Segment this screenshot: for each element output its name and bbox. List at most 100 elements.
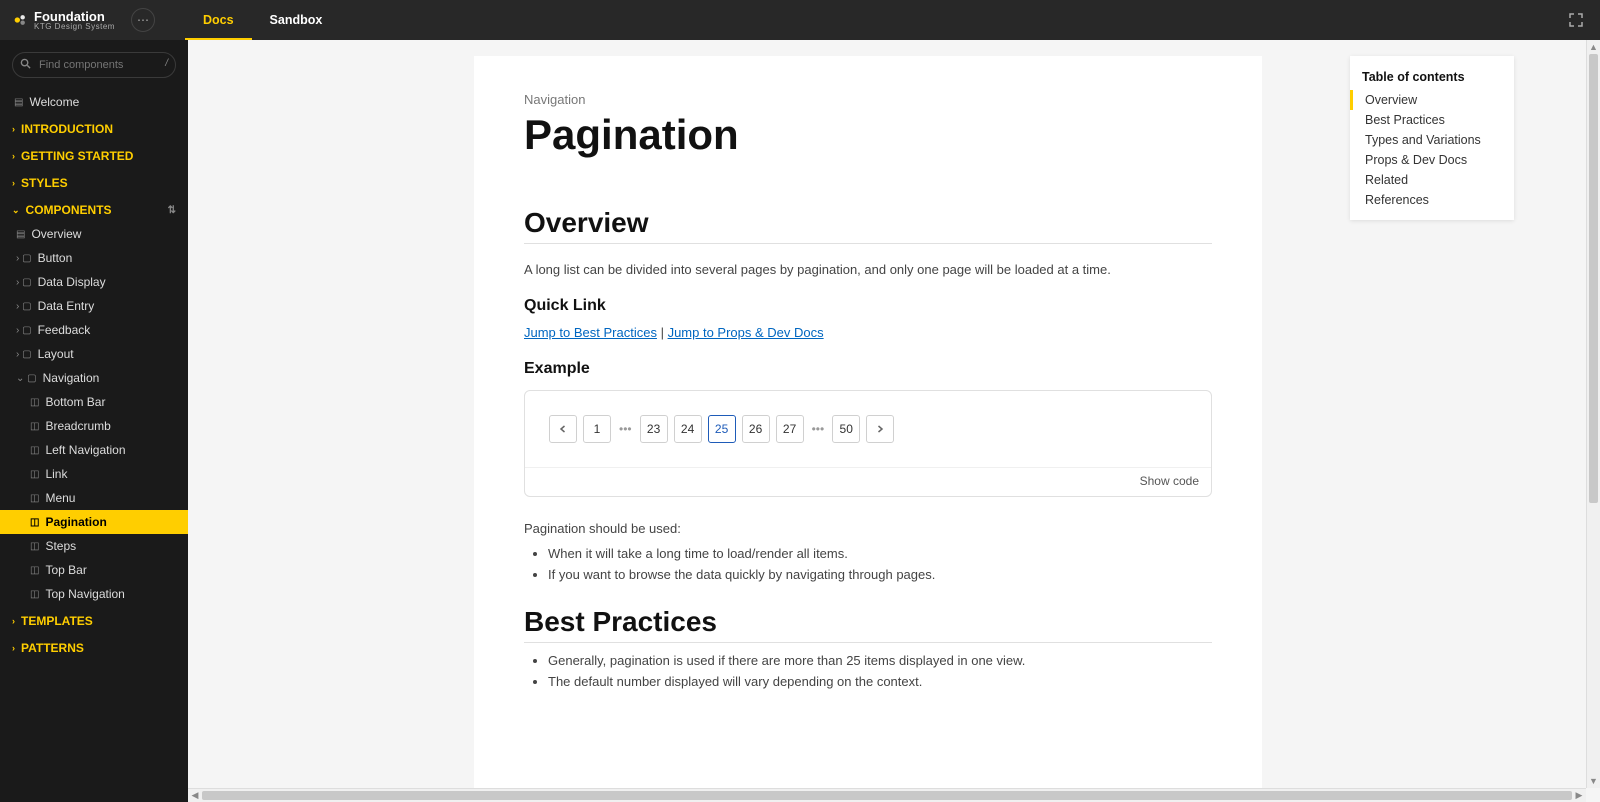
header: Foundation KTG Design System ⋯ Docs Sand… — [0, 0, 1600, 40]
pagination-prev[interactable] — [549, 415, 577, 443]
sidebar-item-pagination[interactable]: ◫Pagination — [0, 510, 188, 534]
chevron-right-icon: › — [12, 616, 15, 626]
chevron-right-icon: › — [12, 643, 15, 653]
heading-best-practices: Best Practices — [524, 606, 1212, 643]
sidebar-section-components[interactable]: ⌄COMPONENTS⇅ — [0, 195, 188, 222]
toc-item-best-practices[interactable]: Best Practices — [1350, 110, 1514, 130]
link-best-practices[interactable]: Jump to Best Practices — [524, 325, 657, 340]
best-practices-list: Generally, pagination is used if there a… — [548, 653, 1212, 689]
sidebar-section-introduction[interactable]: ›INTRODUCTION — [0, 114, 188, 141]
pagination-next[interactable] — [866, 415, 894, 443]
sidebar-item-menu[interactable]: ◫Menu — [0, 486, 188, 510]
chevron-right-icon: › — [12, 178, 15, 188]
toc-item-types-and-variations[interactable]: Types and Variations — [1350, 130, 1514, 150]
sort-icon[interactable]: ⇅ — [168, 205, 176, 216]
doc-icon: ▤ — [14, 97, 23, 108]
pagination-page-1[interactable]: 1 — [583, 415, 611, 443]
pagination-page-27[interactable]: 27 — [776, 415, 804, 443]
search-container: / — [12, 52, 176, 78]
pagination-demo: 1 ••• 23 24 25 26 27 ••• 50 — [525, 391, 1211, 467]
bookmark-icon: ◫ — [30, 421, 39, 432]
bookmark-icon: ◫ — [30, 565, 39, 576]
toc-item-references[interactable]: References — [1350, 190, 1514, 210]
scrollbar-thumb[interactable] — [202, 791, 1572, 800]
heading-overview: Overview — [524, 207, 1212, 244]
more-button[interactable]: ⋯ — [131, 8, 155, 32]
vertical-scrollbar[interactable]: ▲ ▼ — [1586, 40, 1600, 788]
chevron-right-icon: › ▢ — [16, 253, 32, 264]
search-input[interactable] — [12, 52, 176, 78]
list-item: When it will take a long time to load/re… — [548, 546, 1212, 561]
usage-intro: Pagination should be used: — [524, 521, 1212, 536]
sidebar-section-templates[interactable]: ›TEMPLATES — [0, 606, 188, 633]
expand-icon[interactable] — [1564, 8, 1588, 32]
pagination-page-23[interactable]: 23 — [640, 415, 668, 443]
list-item: The default number displayed will vary d… — [548, 674, 1212, 689]
toc-item-props-dev-docs[interactable]: Props & Dev Docs — [1350, 150, 1514, 170]
sidebar-item-navigation[interactable]: ⌄ ▢Navigation — [0, 366, 188, 390]
sidebar-section-styles[interactable]: ›STYLES — [0, 168, 188, 195]
sidebar-item-bottom-bar[interactable]: ◫Bottom Bar — [0, 390, 188, 414]
chevron-right-icon: › — [12, 151, 15, 161]
usage-list: When it will take a long time to load/re… — [548, 546, 1212, 582]
logo[interactable]: Foundation KTG Design System — [12, 10, 115, 31]
pagination-page-26[interactable]: 26 — [742, 415, 770, 443]
scroll-left-icon[interactable]: ◀ — [188, 790, 202, 801]
pagination-page-24[interactable]: 24 — [674, 415, 702, 443]
horizontal-scrollbar[interactable]: ◀ ▶ — [188, 788, 1586, 802]
content: Navigation Pagination Overview A long li… — [474, 56, 1262, 802]
sidebar-section-patterns[interactable]: ›PATTERNS — [0, 633, 188, 660]
link-props-dev-docs[interactable]: Jump to Props & Dev Docs — [668, 325, 824, 340]
search-icon — [20, 58, 31, 72]
scroll-up-icon[interactable]: ▲ — [1587, 40, 1600, 54]
breadcrumb: Navigation — [524, 92, 1212, 107]
chevron-down-icon: ⌄ ▢ — [16, 373, 37, 384]
heading-example: Example — [524, 360, 1212, 378]
sidebar-section-getting-started[interactable]: ›GETTING STARTED — [0, 141, 188, 168]
heading-quick-link: Quick Link — [524, 297, 1212, 315]
sidebar-item-layout[interactable]: › ▢Layout — [0, 342, 188, 366]
pagination-page-50[interactable]: 50 — [832, 415, 860, 443]
sidebar-item-left-navigation[interactable]: ◫Left Navigation — [0, 438, 188, 462]
brand-subtitle: KTG Design System — [34, 23, 115, 31]
chevron-right-icon: › ▢ — [16, 349, 32, 360]
chevron-down-icon: ⌄ — [12, 205, 20, 216]
list-item: Generally, pagination is used if there a… — [548, 653, 1212, 668]
bookmark-icon: ◫ — [30, 469, 39, 480]
bookmark-icon: ◫ — [30, 589, 39, 600]
sidebar-item-feedback[interactable]: › ▢Feedback — [0, 318, 188, 342]
sidebar-item-link[interactable]: ◫Link — [0, 462, 188, 486]
tab-docs[interactable]: Docs — [185, 0, 252, 40]
sidebar-item-data-display[interactable]: › ▢Data Display — [0, 270, 188, 294]
chevron-right-icon: › — [12, 124, 15, 134]
sidebar-item-overview[interactable]: ▤Overview — [0, 222, 188, 246]
quick-links: Jump to Best Practices | Jump to Props &… — [524, 325, 1212, 340]
toc-title: Table of contents — [1350, 66, 1514, 90]
chevron-right-icon: › ▢ — [16, 325, 32, 336]
search-shortcut: / — [165, 58, 168, 69]
scrollbar-thumb[interactable] — [1589, 54, 1598, 503]
bookmark-icon: ◫ — [30, 493, 39, 504]
sidebar-item-breadcrumb[interactable]: ◫Breadcrumb — [0, 414, 188, 438]
tab-sandbox[interactable]: Sandbox — [252, 0, 341, 40]
brand-title: Foundation — [34, 10, 115, 23]
sidebar-item-top-bar[interactable]: ◫Top Bar — [0, 558, 188, 582]
scroll-right-icon[interactable]: ▶ — [1572, 790, 1586, 801]
page-title: Pagination — [524, 111, 1212, 159]
sidebar-item-steps[interactable]: ◫Steps — [0, 534, 188, 558]
toc-item-related[interactable]: Related — [1350, 170, 1514, 190]
sidebar-item-button[interactable]: › ▢Button — [0, 246, 188, 270]
pagination-ellipsis: ••• — [617, 422, 634, 436]
bookmark-icon: ◫ — [30, 397, 39, 408]
example-box: 1 ••• 23 24 25 26 27 ••• 50 Show code — [524, 390, 1212, 497]
show-code-button[interactable]: Show code — [525, 467, 1211, 496]
pagination-page-25-current[interactable]: 25 — [708, 415, 736, 443]
sidebar-item-top-navigation[interactable]: ◫Top Navigation — [0, 582, 188, 606]
scroll-down-icon[interactable]: ▼ — [1587, 774, 1600, 788]
bookmark-icon: ◫ — [30, 517, 39, 528]
sidebar-item-welcome[interactable]: ▤Welcome — [0, 90, 188, 114]
logo-icon — [12, 12, 28, 28]
sidebar-item-data-entry[interactable]: › ▢Data Entry — [0, 294, 188, 318]
overview-description: A long list can be divided into several … — [524, 262, 1212, 277]
toc-item-overview[interactable]: Overview — [1350, 90, 1514, 110]
